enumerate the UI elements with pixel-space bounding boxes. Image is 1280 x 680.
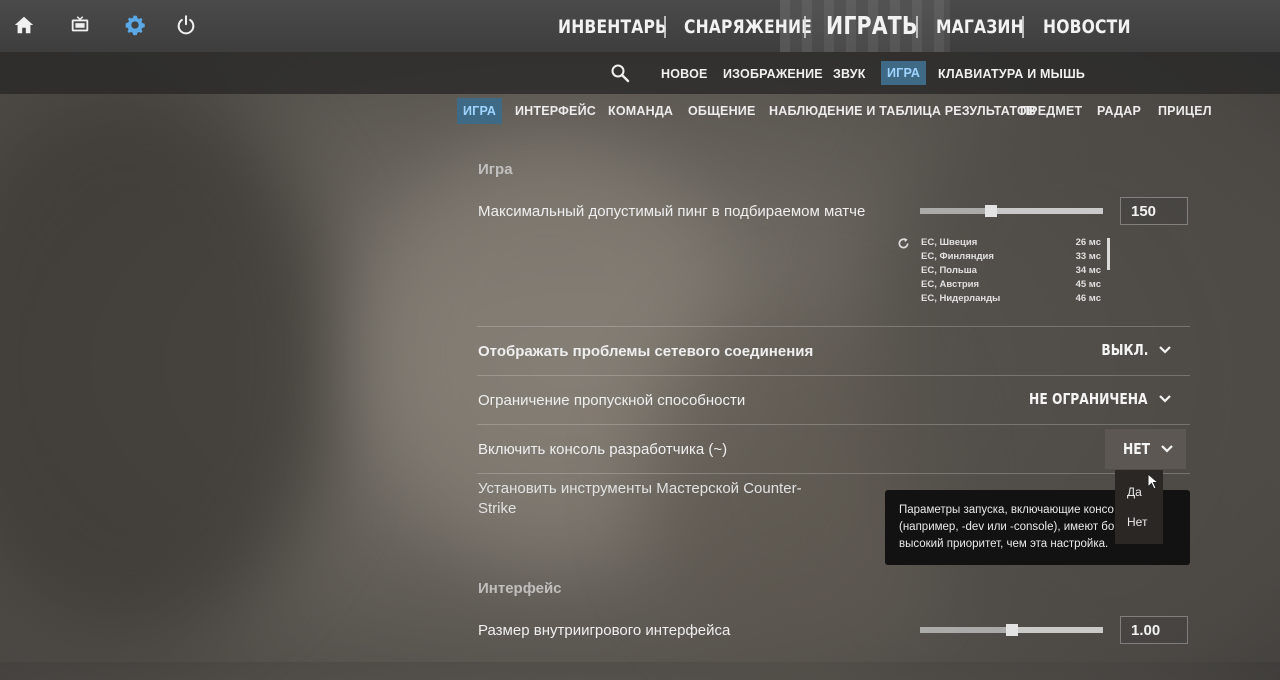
category-game[interactable]: ИГРА <box>881 61 927 85</box>
server-row[interactable]: EC, Польша 34 мс <box>921 264 1101 278</box>
max-ping-label: Максимальный допустимый пинг в подбираем… <box>478 203 866 220</box>
hud-scale-label: Размер внутриигрового интерфейса <box>478 622 731 639</box>
category-audio[interactable]: ЗВУК <box>833 67 866 81</box>
option-no[interactable]: Нет <box>1127 515 1147 529</box>
chevron-down-icon <box>1159 346 1171 354</box>
server-name: EC, Швеция <box>921 237 978 248</box>
server-ping-list: EC, Швеция 26 мс EC, Финляндия 33 мс EC, Пол… <box>921 236 1101 306</box>
tab-team[interactable]: КОМАНДА <box>608 104 673 118</box>
divider <box>477 424 1190 425</box>
category-video[interactable]: ИЗОБРАЖЕНИЕ <box>723 67 823 81</box>
section-title-interface: Интерфейс <box>478 580 562 597</box>
search-icon[interactable] <box>610 63 630 83</box>
max-ping-slider-knob[interactable] <box>985 205 997 217</box>
workshop-tools-label-line1: Установить инструменты Мастерской Counte… <box>478 480 802 497</box>
chevron-down-icon <box>1161 445 1173 453</box>
refresh-icon[interactable] <box>897 237 910 250</box>
nav-loadout[interactable]: СНАРЯЖЕНИЕ <box>684 0 812 52</box>
server-ping: 33 мс <box>1075 251 1101 262</box>
nav-separator <box>664 16 666 38</box>
tooltip-text: (например, -dev или -console), имеют бо <box>899 521 1115 533</box>
server-name: EC, Нидерланды <box>921 293 1001 304</box>
net-problems-dropdown[interactable]: ВЫКЛ. <box>1091 341 1172 359</box>
max-ping-slider-fill <box>920 208 991 214</box>
server-name: EC, Финляндия <box>921 251 994 262</box>
server-list-scrollbar[interactable] <box>1107 238 1110 270</box>
divider <box>477 326 1190 327</box>
nav-play[interactable]: ИГРАТЬ <box>826 0 918 52</box>
bandwidth-value: НЕ ОГРАНИЧЕНА <box>1029 390 1148 408</box>
nav-separator <box>1022 16 1024 38</box>
category-keyboard-mouse[interactable]: КЛАВИАТУРА И МЫШЬ <box>938 67 1085 81</box>
max-ping-value[interactable]: 150 <box>1120 197 1188 225</box>
mouse-cursor-icon <box>1147 473 1160 490</box>
server-ping: 26 мс <box>1075 237 1101 248</box>
bandwidth-label: Ограничение пропускной способности <box>478 392 746 409</box>
server-name: EC, Австрия <box>921 279 980 290</box>
tooltip-text: высокий приоритет, чем эта настройка. <box>899 538 1109 550</box>
hud-scale-value[interactable]: 1.00 <box>1120 616 1188 644</box>
dev-console-label: Включить консоль разработчика (~) <box>478 441 728 458</box>
hud-scale-slider-knob[interactable] <box>1006 624 1018 636</box>
section-title-game: Игра <box>478 161 513 178</box>
hud-scale-slider-fill <box>920 627 1012 633</box>
option-yes[interactable]: Да <box>1127 485 1142 499</box>
nav-news[interactable]: НОВОСТИ <box>1043 0 1131 52</box>
top-navigation-bar: ИНВЕНТАРЬ СНАРЯЖЕНИЕ ИГРАТЬ МАГАЗИН НОВО… <box>0 0 1280 52</box>
settings-category-bar <box>0 52 1280 94</box>
tab-item[interactable]: ПРЕДМЕТ <box>1020 104 1082 118</box>
category-new[interactable]: НОВОЕ <box>661 67 708 81</box>
chevron-down-icon <box>1159 395 1171 403</box>
server-row[interactable]: EC, Финляндия 33 мс <box>921 250 1101 264</box>
divider <box>477 473 1190 474</box>
tab-radar[interactable]: РАДАР <box>1097 104 1141 118</box>
tab-interface[interactable]: ИНТЕРФЕЙС <box>515 104 596 118</box>
tab-game[interactable]: ИГРА <box>457 98 503 124</box>
main-nav: ИНВЕНТАРЬ СНАРЯЖЕНИЕ ИГРАТЬ МАГАЗИН НОВО… <box>0 0 1280 52</box>
bandwidth-dropdown[interactable]: НЕ ОГРАНИЧЕНА <box>1003 390 1172 408</box>
hud-scale-slider[interactable] <box>920 624 1103 636</box>
dev-console-dropdown[interactable]: НЕТ <box>1104 429 1186 469</box>
server-name: EC, Польша <box>921 265 977 276</box>
workshop-tools-label-line2: Strike <box>478 500 517 517</box>
divider <box>477 375 1190 376</box>
nav-separator <box>804 16 806 38</box>
server-row[interactable]: EC, Нидерланды 46 мс <box>921 292 1101 306</box>
tooltip-text: Параметры запуска, включающие консо <box>899 504 1114 516</box>
server-row[interactable]: EC, Швеция 26 мс <box>921 236 1101 250</box>
nav-separator <box>916 16 918 38</box>
server-row[interactable]: EC, Австрия 45 мс <box>921 278 1101 292</box>
server-ping: 34 мс <box>1075 265 1101 276</box>
net-problems-value: ВЫКЛ. <box>1100 341 1148 359</box>
nav-store[interactable]: МАГАЗИН <box>936 0 1024 52</box>
tab-crosshair[interactable]: ПРИЦЕЛ <box>1158 104 1212 118</box>
server-ping: 46 мс <box>1075 293 1101 304</box>
tab-spectating[interactable]: НАБЛЮДЕНИЕ И ТАБЛИЦА РЕЗУЛЬТАТОВ <box>769 104 1036 118</box>
dev-console-value: НЕТ <box>1122 440 1150 458</box>
net-problems-label: Отображать проблемы сетевого соединения <box>478 343 814 360</box>
tab-communication[interactable]: ОБЩЕНИЕ <box>688 104 756 118</box>
server-ping: 45 мс <box>1075 279 1101 290</box>
max-ping-slider[interactable] <box>920 205 1103 217</box>
nav-inventory[interactable]: ИНВЕНТАРЬ <box>558 0 667 52</box>
